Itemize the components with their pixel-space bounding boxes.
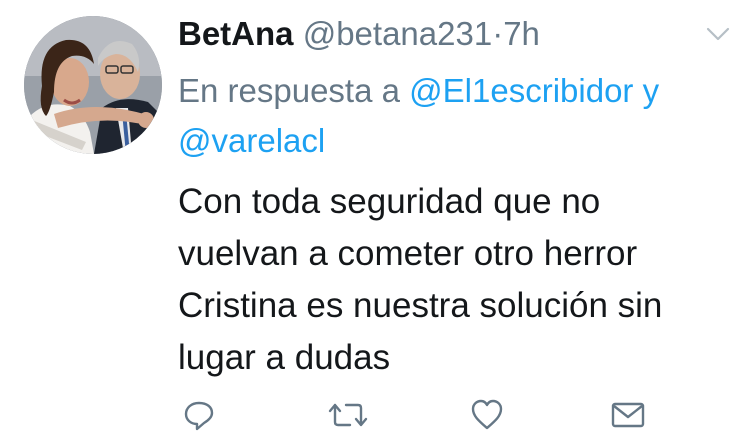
reply-context: En respuesta a @El1escribidor y @varelac… [178,66,738,166]
display-name[interactable]: BetAna [178,15,294,52]
like-icon[interactable] [470,398,504,432]
reply-icon[interactable] [182,398,216,432]
tweet-text-line: lugar a dudas [178,338,391,377]
mention-link[interactable]: @El1escribidor [409,72,633,109]
tweet-text-line: Con toda seguridad que no [178,182,601,221]
tweet-header: BetAna @betana231·7h [178,12,540,56]
avatar-photo [24,16,162,154]
timestamp[interactable]: 7h [503,15,540,52]
reply-conjunction: y [642,72,660,109]
tweet-text-line: Cristina es nuestra solución sin [178,286,663,325]
user-handle[interactable]: @betana231 [303,15,493,52]
mention-link[interactable]: @varelacl [178,122,325,159]
tweet: BetAna @betana231·7h En respuesta a @El1… [0,0,750,448]
direct-message-icon[interactable] [610,398,646,432]
chevron-down-icon[interactable] [705,24,731,44]
separator-dot: · [492,15,504,52]
retweet-icon[interactable] [328,398,368,432]
reply-prefix: En respuesta a [178,72,400,109]
avatar[interactable] [24,16,162,154]
tweet-actions [178,398,658,432]
tweet-text: Con toda seguridad que no vuelvan a come… [178,176,738,384]
tweet-text-line: vuelvan a cometer otro herror [178,234,638,273]
